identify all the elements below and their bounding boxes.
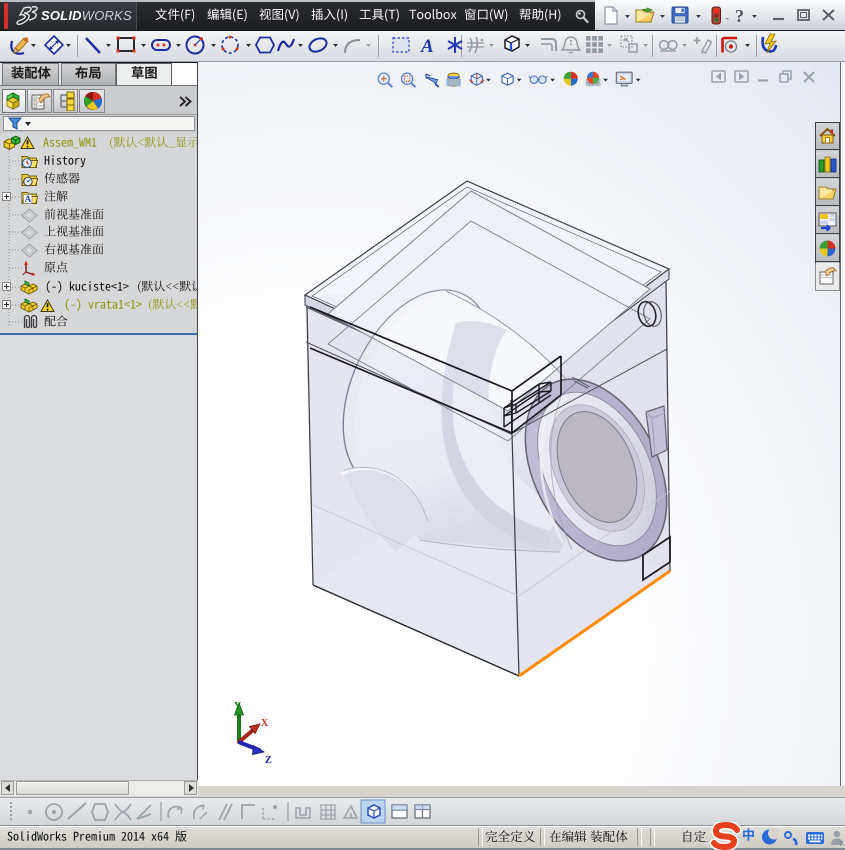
svg-text:?: ? xyxy=(735,6,744,26)
svg-text:Z: Z xyxy=(265,755,272,765)
svg-text:A: A xyxy=(420,36,434,57)
svg-text:X: X xyxy=(261,718,269,729)
svg-text:Y: Y xyxy=(234,701,242,712)
svg-text:7: 7 xyxy=(839,841,843,847)
